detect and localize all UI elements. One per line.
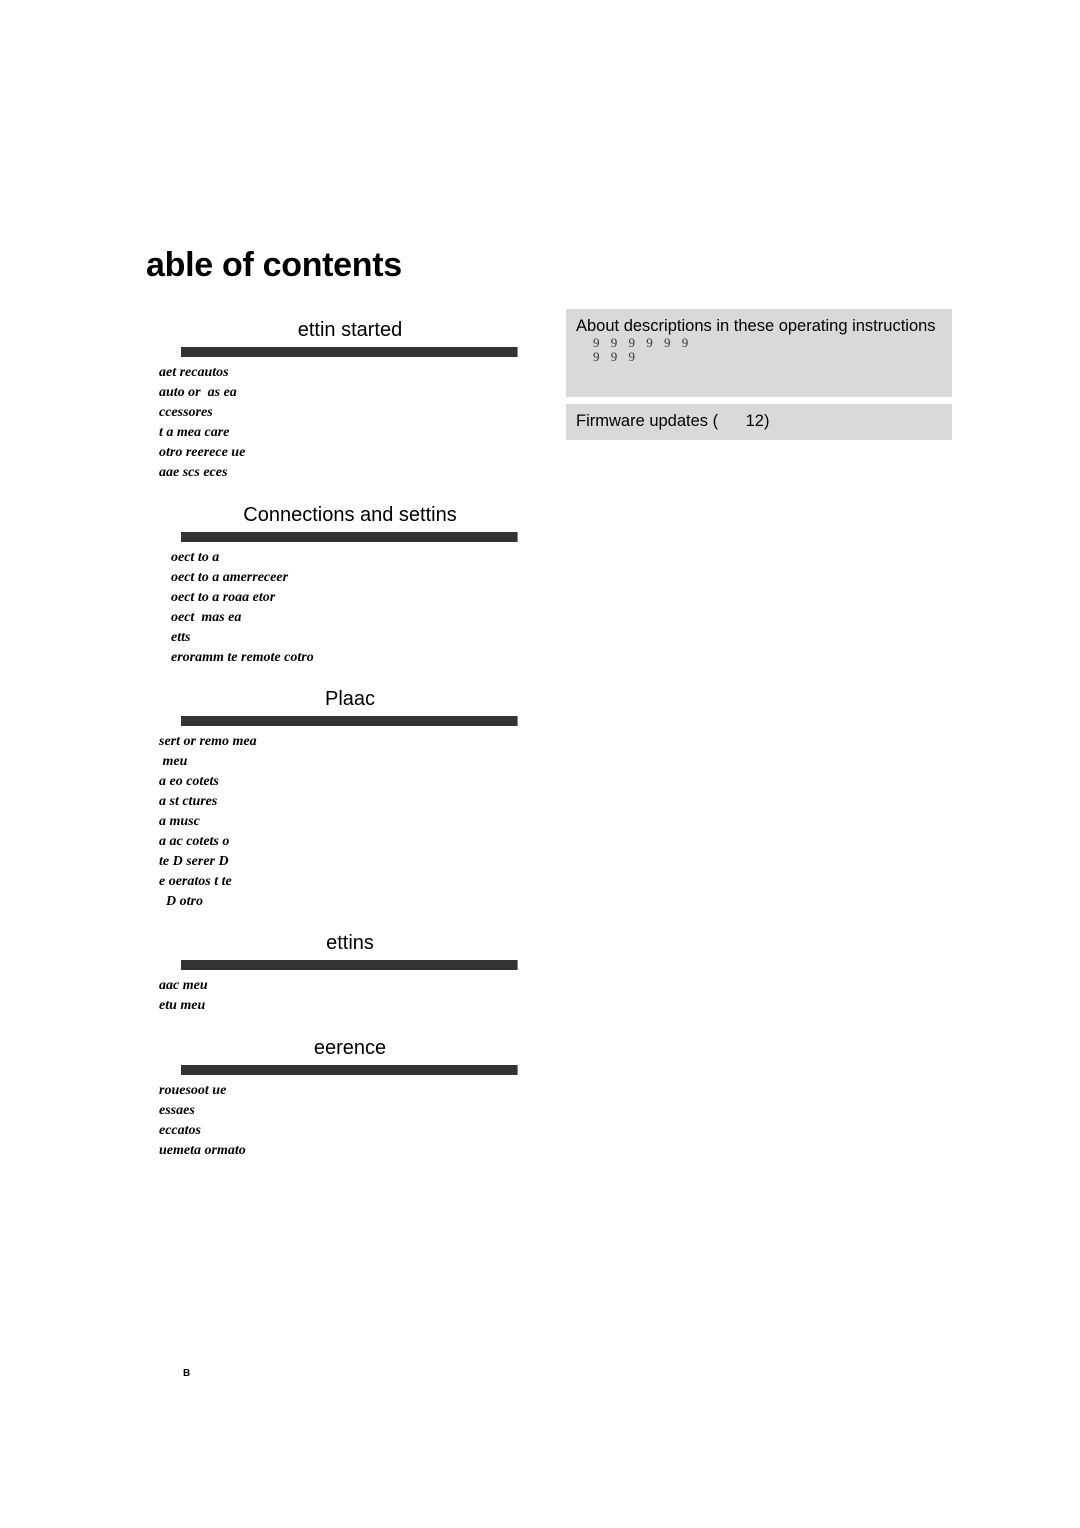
toc-item[interactable]: a eo cotets (159, 772, 518, 792)
toc-section-playback: Plaac sert or remo mea meu a eo cotets a… (158, 687, 518, 912)
toc-item[interactable]: t a mea care (159, 423, 518, 443)
box-title: About descriptions in these operating in… (576, 317, 936, 335)
section-divider (181, 1065, 518, 1075)
toc-item[interactable]: e oeratos t te (159, 872, 518, 892)
section-title: eerence (313, 1037, 387, 1059)
section-divider (181, 716, 518, 726)
toc-item-list: sert or remo mea meu a eo cotets a st ct… (159, 732, 518, 912)
toc-item[interactable]: te D serer D (159, 852, 518, 872)
toc-section-getting-started: ettin started aet recautos auto or as ea… (158, 318, 518, 483)
toc-item-list: aet recautos auto or as ea ccessores t a… (159, 363, 518, 483)
toc-section-settings: ettins aac meu etu meu (158, 931, 518, 1016)
toc-item[interactable]: sert or remo mea (159, 732, 518, 752)
toc-item[interactable]: essaes (159, 1101, 518, 1121)
box-subtext: 9 9 9 9 9 9 (593, 335, 693, 350)
toc-item[interactable]: eccatos (159, 1121, 518, 1141)
toc-item-list: rouesoot ue essaes eccatos uemeta ormato (159, 1081, 518, 1161)
toc-item-list: aac meu etu meu (159, 976, 518, 1016)
toc-item[interactable]: uemeta ormato (159, 1141, 518, 1161)
toc-item[interactable]: a musc (159, 812, 518, 832)
page-folio: B (183, 1368, 191, 1379)
toc-item[interactable]: oect mas ea (159, 608, 518, 628)
toc-item[interactable]: aac meu (159, 976, 518, 996)
toc-item[interactable]: eroramm te remote cotro (159, 648, 518, 668)
toc-item[interactable]: etu meu (159, 996, 518, 1016)
section-title: Plaac (324, 688, 376, 710)
toc-item-list: oect to a oect to a amerreceer oect to a… (159, 548, 518, 668)
toc-section-connections: Connections and settins oect to a oect t… (158, 503, 518, 668)
toc-item[interactable]: otro reerece ue (159, 443, 518, 463)
toc-item[interactable]: a st ctures (159, 792, 518, 812)
section-divider (181, 347, 518, 357)
toc-item[interactable]: D otro (159, 892, 518, 912)
section-title: ettins (326, 932, 374, 954)
box-subtext: 9 9 9 (593, 349, 639, 364)
toc-item[interactable]: aae scs eces (159, 463, 518, 483)
toc-item[interactable]: aet recautos (159, 363, 518, 383)
toc-item[interactable]: a ac cotets o (159, 832, 518, 852)
toc-item[interactable]: oect to a (159, 548, 518, 568)
toc-item[interactable]: oect to a amerreceer (159, 568, 518, 588)
section-title: Connections and settins (243, 504, 457, 526)
page-title: able of contents (146, 246, 402, 284)
toc-item[interactable]: ccessores (159, 403, 518, 423)
toc-item[interactable]: rouesoot ue (159, 1081, 518, 1101)
toc-item[interactable]: oect to a roaa etor (159, 588, 518, 608)
section-title: ettin started (297, 319, 403, 341)
toc-item[interactable]: etts (159, 628, 518, 648)
section-divider (181, 532, 518, 542)
toc-item[interactable]: auto or as ea (159, 383, 518, 403)
firmware-updates-box[interactable]: Firmware updates ( 12) (566, 404, 952, 440)
toc-item[interactable]: meu (159, 752, 518, 772)
box-title: Firmware updates ( 12) (576, 412, 770, 430)
about-descriptions-box[interactable]: About descriptions in these operating in… (566, 309, 952, 397)
toc-section-reference: eerence rouesoot ue essaes eccatos uemet… (158, 1036, 518, 1161)
section-divider (181, 960, 518, 970)
